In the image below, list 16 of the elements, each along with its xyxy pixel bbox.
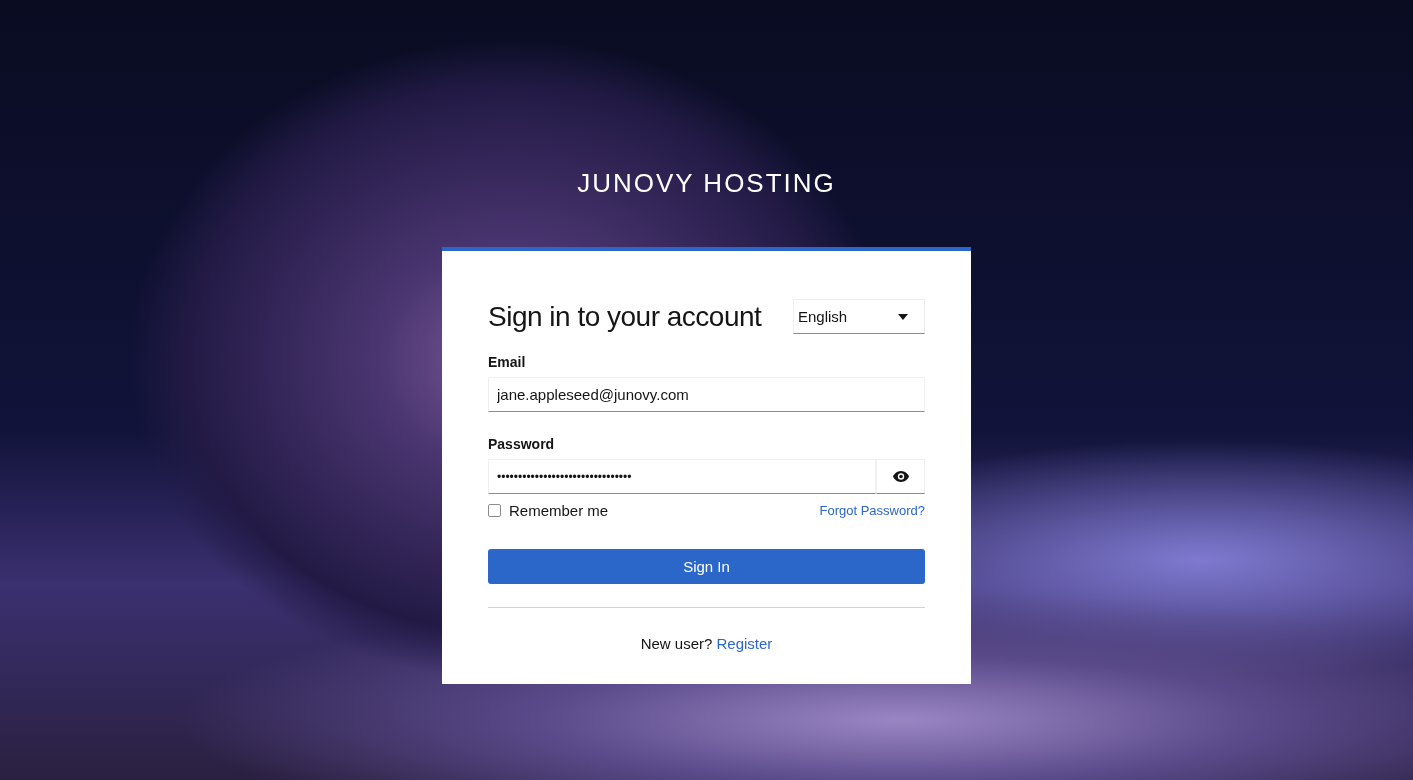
caret-icon — [898, 313, 908, 320]
field-label: Password — [488, 436, 556, 452]
checkbox[interactable] — [488, 504, 501, 517]
form-title: Sign in to your account — [488, 300, 762, 333]
eye-icon — [892, 471, 909, 482]
brand-title: JUNOVY HOSTING — [577, 168, 836, 199]
register-prompt: New user? — [640, 635, 713, 652]
email-field[interactable]: jane.appleseed@junovy.com — [488, 377, 925, 412]
show-password-button[interactable] — [876, 459, 925, 494]
field-label: Email — [488, 354, 527, 370]
sign-in-button[interactable]: Sign In — [488, 549, 925, 584]
remember-me-label: Remember me — [509, 502, 609, 519]
password-field[interactable]: •••••••••••••••••••••••••••••••• — [488, 459, 876, 494]
forgot-password-link[interactable]: Forgot Password? — [819, 503, 925, 518]
language-select[interactable]: English — [793, 299, 925, 334]
register-link[interactable]: Register — [716, 635, 773, 652]
